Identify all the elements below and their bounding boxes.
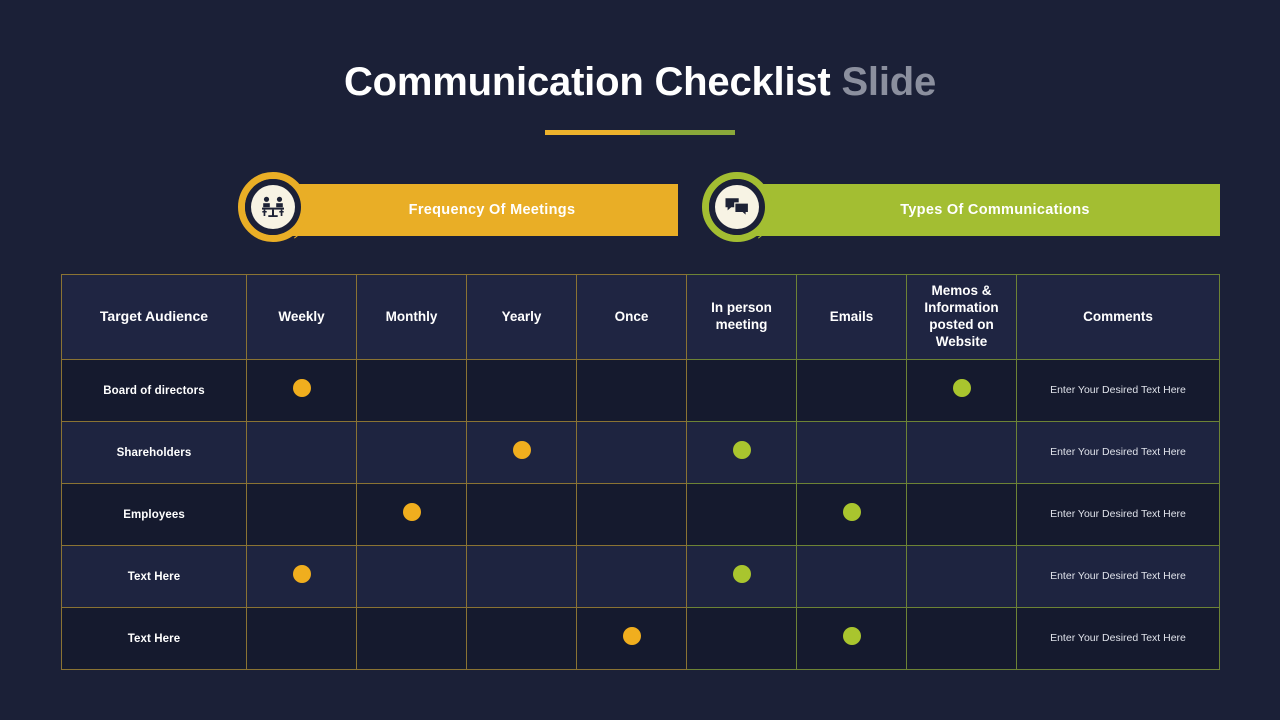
banner-frequency-badge (237, 169, 317, 251)
meeting-table-icon (260, 196, 286, 218)
marker-dot-green (732, 565, 751, 583)
cell-once[interactable] (576, 359, 687, 422)
cell-in-person-meeting[interactable] (686, 483, 797, 546)
cell-comment[interactable]: Enter Your Desired Text Here (1016, 421, 1220, 484)
table-row: Shareholders Enter Your Desired Text Here (61, 421, 1220, 484)
marker-dot-amber (292, 379, 311, 397)
title-underline-amber (545, 130, 640, 135)
cell-once[interactable] (576, 421, 687, 484)
cell-target-audience: Shareholders (61, 421, 247, 484)
marker-dot-amber (512, 441, 531, 459)
table-row: Text Here Enter Your Desired Text Here (61, 607, 1220, 670)
marker-dot-amber (292, 565, 311, 583)
marker-dot-green (842, 503, 861, 521)
cell-comment[interactable]: Enter Your Desired Text Here (1016, 607, 1220, 670)
cell-yearly[interactable] (466, 421, 577, 484)
column-header-once: Once (576, 274, 687, 360)
cell-memos-website[interactable] (906, 607, 1017, 670)
page-title: Communication Checklist Slide (0, 60, 1280, 104)
badge-disc (715, 185, 759, 229)
marker-dot-amber (402, 503, 421, 521)
cell-monthly[interactable] (356, 359, 467, 422)
banner-frequency-of-meetings[interactable]: Frequency Of Meetings (237, 169, 678, 251)
column-header-emails: Emails (796, 274, 907, 360)
column-header-in-person-meeting: In person meeting (686, 274, 797, 360)
cell-monthly[interactable] (356, 607, 467, 670)
cell-emails[interactable] (796, 421, 907, 484)
cell-emails[interactable] (796, 607, 907, 670)
chat-bubbles-icon (724, 196, 750, 218)
column-header-monthly: Monthly (356, 274, 467, 360)
cell-in-person-meeting[interactable] (686, 359, 797, 422)
marker-dot-green (952, 379, 971, 397)
cell-monthly[interactable] (356, 545, 467, 608)
cell-target-audience: Board of directors (61, 359, 247, 422)
cell-in-person-meeting[interactable] (686, 545, 797, 608)
cell-target-audience: Text Here (61, 607, 247, 670)
cell-weekly[interactable] (246, 607, 357, 670)
cell-emails[interactable] (796, 483, 907, 546)
banner-types-badge (701, 169, 781, 251)
cell-emails[interactable] (796, 545, 907, 608)
cell-in-person-meeting[interactable] (686, 607, 797, 670)
banner-types-of-communications[interactable]: Types Of Communications (701, 169, 1220, 251)
cell-weekly[interactable] (246, 545, 357, 608)
badge-disc (251, 185, 295, 229)
cell-memos-website[interactable] (906, 545, 1017, 608)
cell-target-audience: Text Here (61, 545, 247, 608)
cell-once[interactable] (576, 607, 687, 670)
cell-weekly[interactable] (246, 421, 357, 484)
cell-memos-website[interactable] (906, 483, 1017, 546)
table-header-row: Target Audience Weekly Monthly Yearly On… (61, 274, 1220, 360)
marker-dot-green (842, 627, 861, 645)
cell-yearly[interactable] (466, 483, 577, 546)
banner-frequency-label: Frequency Of Meetings (408, 202, 576, 218)
table-row: Board of directors Enter Your Desired Tex… (61, 359, 1220, 422)
banner-types-bar: Types Of Communications (742, 184, 1220, 236)
cell-target-audience: Employees (61, 483, 247, 546)
communication-checklist-table: Target Audience Weekly Monthly Yearly On… (61, 274, 1220, 670)
cell-in-person-meeting[interactable] (686, 421, 797, 484)
cell-monthly[interactable] (356, 483, 467, 546)
column-header-comments: Comments (1016, 274, 1220, 360)
cell-comment[interactable]: Enter Your Desired Text Here (1016, 359, 1220, 422)
column-header-memos-website: Memos & Information posted on Website (906, 274, 1017, 360)
page-title-accent: Slide (841, 60, 937, 104)
cell-emails[interactable] (796, 359, 907, 422)
banner-types-label: Types Of Communications (900, 202, 1090, 218)
table-row: Employees Enter Your Desired Text Here (61, 483, 1220, 546)
cell-comment[interactable]: Enter Your Desired Text Here (1016, 545, 1220, 608)
banner-frequency-bar: Frequency Of Meetings (278, 184, 678, 236)
cell-yearly[interactable] (466, 545, 577, 608)
table-row: Text Here Enter Your Desired Text Here (61, 545, 1220, 608)
cell-comment[interactable]: Enter Your Desired Text Here (1016, 483, 1220, 546)
cell-once[interactable] (576, 545, 687, 608)
title-underline-green (640, 130, 735, 135)
column-header-weekly: Weekly (246, 274, 357, 360)
cell-memos-website[interactable] (906, 359, 1017, 422)
cell-yearly[interactable] (466, 359, 577, 422)
cell-weekly[interactable] (246, 483, 357, 546)
column-header-yearly: Yearly (466, 274, 577, 360)
cell-once[interactable] (576, 483, 687, 546)
page-title-main: Communication Checklist (343, 60, 831, 104)
cell-memos-website[interactable] (906, 421, 1017, 484)
column-header-target-audience: Target Audience (61, 274, 247, 360)
title-underline (545, 130, 735, 135)
cell-yearly[interactable] (466, 607, 577, 670)
marker-dot-green (732, 441, 751, 459)
cell-weekly[interactable] (246, 359, 357, 422)
marker-dot-amber (622, 627, 641, 645)
cell-monthly[interactable] (356, 421, 467, 484)
